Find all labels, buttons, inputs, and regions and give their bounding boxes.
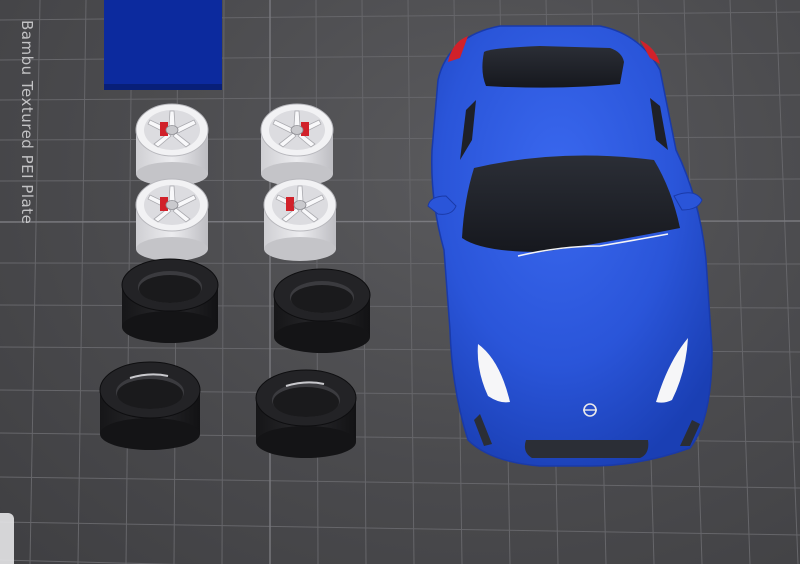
plate-scene[interactable] <box>0 0 800 564</box>
plate-label: Bambu Textured PEI Plate <box>18 20 36 225</box>
tire[interactable] <box>121 258 219 343</box>
wheel[interactable] <box>135 178 209 261</box>
tire[interactable] <box>273 268 371 353</box>
wheel[interactable] <box>260 103 334 186</box>
wheel[interactable] <box>263 178 337 261</box>
build-plate-viewport[interactable]: Bambu Textured PEI Plate <box>0 0 800 564</box>
car-body[interactable] <box>427 25 713 467</box>
tire[interactable] <box>255 369 357 458</box>
tire[interactable] <box>99 361 201 450</box>
wheel[interactable] <box>135 103 209 186</box>
blue-block[interactable] <box>104 0 222 90</box>
panel-collapse-handle[interactable] <box>0 513 14 564</box>
